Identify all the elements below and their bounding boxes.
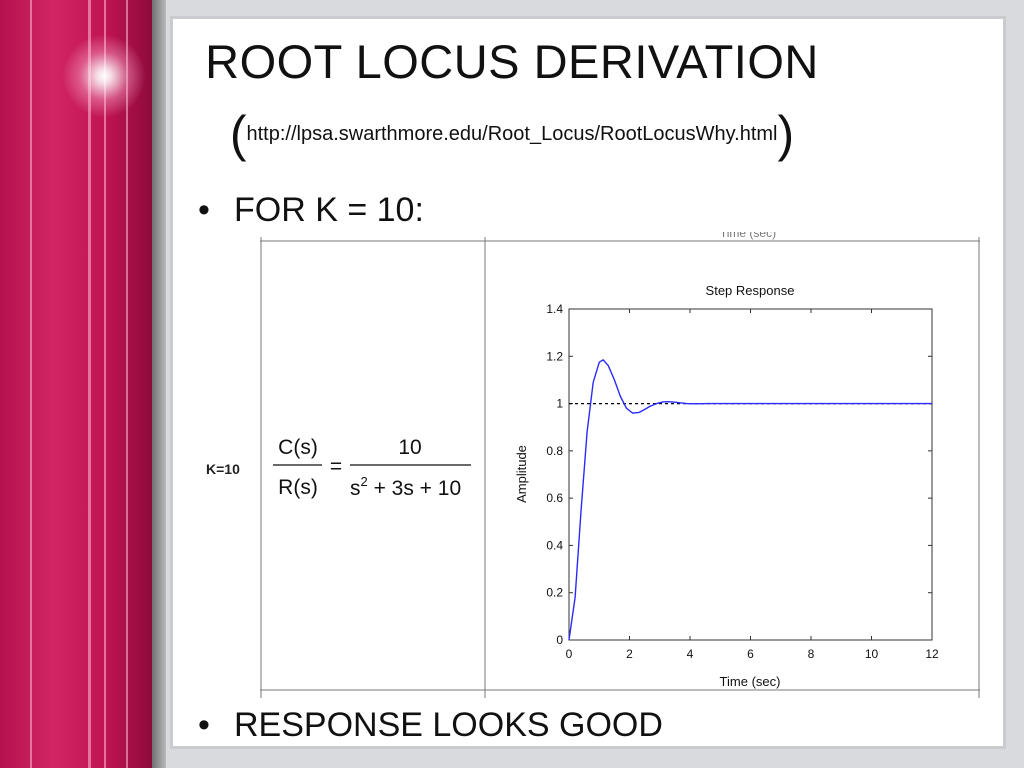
open-paren: (: [229, 106, 247, 162]
slide-source: (http://lpsa.swarthmore.edu/Root_Locus/R…: [0, 104, 1024, 164]
y-axis-label: Amplitude: [514, 445, 529, 503]
tf-lhs-numerator: C(s): [278, 436, 318, 459]
tf-equals: =: [330, 455, 342, 478]
k-label: K=10: [206, 461, 240, 477]
close-paren: ): [777, 106, 795, 162]
tf-den-exponent: 2: [361, 474, 368, 489]
y-tick-label: 1.4: [546, 302, 563, 316]
tf-den-rest: + 3s + 10: [368, 477, 461, 500]
cropped-header-label: Time (sec): [720, 232, 776, 240]
y-tick-label: 0.2: [546, 586, 563, 600]
slide-title: ROOT LOCUS DERIVATION: [205, 35, 819, 88]
y-tick-label: 0: [556, 633, 563, 647]
bullet-item: • RESPONSE LOOKS GOOD: [198, 705, 663, 745]
x-tick-label: 6: [747, 647, 754, 661]
bullet-text: FOR K = 10:: [234, 191, 424, 229]
tf-lhs-denominator: R(s): [278, 476, 318, 499]
y-tick-label: 1.2: [546, 349, 563, 363]
y-tick-label: 1: [556, 397, 563, 411]
bullet-item: • FOR K = 10:: [198, 190, 424, 230]
chart-title: Step Response: [706, 283, 795, 298]
x-tick-label: 0: [566, 647, 573, 661]
source-url: http://lpsa.swarthmore.edu/Root_Locus/Ro…: [246, 123, 778, 145]
bullet-marker: •: [198, 706, 210, 744]
tf-rhs-numerator: 10: [398, 436, 421, 459]
x-tick-label: 12: [925, 647, 939, 661]
tf-den-s: s: [350, 477, 361, 500]
x-axis-label: Time (sec): [720, 674, 781, 689]
step-response-figure: Time (sec) K=10 C(s) R(s) = 10 s2 + 3s +…: [200, 232, 990, 702]
bullet-text: RESPONSE LOOKS GOOD: [234, 706, 663, 744]
x-tick-label: 10: [865, 647, 879, 661]
x-tick-label: 2: [626, 647, 633, 661]
y-tick-label: 0.6: [546, 491, 563, 505]
bullet-marker: •: [198, 191, 210, 229]
x-tick-label: 4: [687, 647, 694, 661]
y-tick-label: 0.8: [546, 444, 563, 458]
x-tick-label: 8: [808, 647, 815, 661]
y-tick-label: 0.4: [546, 538, 563, 552]
